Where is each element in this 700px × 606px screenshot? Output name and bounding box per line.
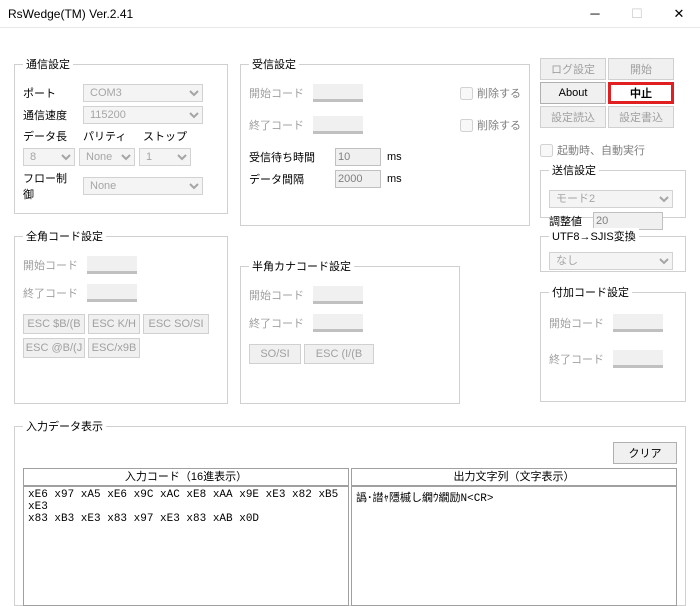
recv-end-delete-box: [460, 119, 473, 132]
recv-wait-unit: ms: [387, 151, 402, 163]
han-preset-2: ESC (I/(B: [304, 344, 374, 364]
input-data-display-group: 入力データ表示 クリア 入力コード（16進表示） xE6 x97 xA5 xE6…: [14, 418, 686, 606]
han-endcode-input: [313, 314, 363, 332]
autorun-checkbox: 起動時、自動実行: [540, 142, 645, 158]
recv-wait-input: [335, 148, 381, 166]
load-settings-button: 設定読込: [540, 106, 606, 128]
utf8-sjis-group: UTF8→SJIS変換 なし: [540, 228, 686, 272]
maximize-button: ☐: [616, 0, 658, 28]
send-adj-label: 調整値: [549, 213, 587, 229]
additional-code-group: 付加コード設定 開始コード 終了コード: [540, 284, 686, 402]
titlebar: RsWedge(TM) Ver.2.41 ─ ☐ ✕: [0, 0, 700, 28]
port-select: COM3: [83, 84, 203, 102]
recv-startcode-label: 開始コード: [249, 85, 307, 101]
han-startcode-label: 開始コード: [249, 287, 307, 303]
parity-label: パリティ: [83, 128, 131, 144]
recv-end-delete-checkbox: 削除する: [460, 117, 521, 133]
addcode-endcode-label: 終了コード: [549, 351, 607, 367]
recv-interval-label: データ間隔: [249, 171, 329, 187]
baud-label: 通信速度: [23, 107, 77, 123]
stop-select: 1: [139, 148, 191, 166]
recv-startcode-input: [313, 84, 363, 102]
addcode-endcode-input: [613, 350, 663, 368]
baud-select: 115200: [83, 106, 203, 124]
send-legend: 送信設定: [549, 162, 599, 178]
zenkaku-code-group: 全角コード設定 開始コード 終了コード ESC $B/(B ESC K/H ES…: [14, 228, 228, 404]
send-mode-select: モード2: [549, 190, 673, 208]
input-code-header: 入力コード（16進表示）: [23, 468, 349, 486]
han-legend: 半角カナコード設定: [249, 258, 354, 274]
recv-wait-label: 受信待ち時間: [249, 149, 329, 165]
stop-label: ストップ: [143, 128, 187, 144]
recv-start-delete-checkbox: 削除する: [460, 85, 521, 101]
recv-endcode-label: 終了コード: [249, 117, 307, 133]
stop-button[interactable]: 中止: [608, 82, 674, 104]
recv-endcode-input: [313, 116, 363, 134]
datalen-label: データ長: [23, 128, 71, 144]
input-code-column: 入力コード（16進表示） xE6 x97 xA5 xE6 x9C xAC xE8…: [23, 468, 349, 606]
output-string-pane: 譌･譛ｬ隱槭し繝ｳ繝励Ν<CR>: [351, 486, 677, 606]
recv-interval-input: [335, 170, 381, 188]
recv-interval-unit: ms: [387, 173, 402, 185]
minimize-button[interactable]: ─: [574, 0, 616, 28]
han-preset-1: SO/SI: [249, 344, 301, 364]
zen-preset-5: ESC/x9B: [88, 338, 140, 358]
zen-preset-3: ESC SO/SI: [143, 314, 209, 334]
zen-preset-4: ESC @B/(J: [23, 338, 85, 358]
parity-select: None: [79, 148, 135, 166]
autorun-box: [540, 144, 553, 157]
port-label: ポート: [23, 85, 77, 101]
start-button: 開始: [608, 58, 674, 80]
clear-button[interactable]: クリア: [613, 442, 677, 464]
send-settings-group: 送信設定 モード2 調整値: [540, 162, 686, 218]
zen-startcode-label: 開始コード: [23, 257, 81, 273]
flow-select: None: [83, 177, 203, 195]
input-code-pane: xE6 x97 xA5 xE6 x9C xAC xE8 xAA x9E xE3 …: [23, 486, 349, 606]
comm-legend: 通信設定: [23, 56, 73, 72]
zen-endcode-label: 終了コード: [23, 285, 81, 301]
output-string-header: 出力文字列（文字表示）: [351, 468, 677, 486]
utf-legend: UTF8→SJIS変換: [549, 228, 639, 244]
save-settings-button: 設定書込: [608, 106, 674, 128]
zen-legend: 全角コード設定: [23, 228, 106, 244]
addcode-startcode-label: 開始コード: [549, 315, 607, 331]
addcode-startcode-input: [613, 314, 663, 332]
flow-label: フロー制御: [23, 170, 77, 202]
zen-preset-1: ESC $B/(B: [23, 314, 85, 334]
window-title: RsWedge(TM) Ver.2.41: [8, 7, 574, 21]
utf-select: なし: [549, 252, 673, 270]
zen-preset-2: ESC K/H: [88, 314, 140, 334]
zen-startcode-input: [87, 256, 137, 274]
output-string-column: 出力文字列（文字表示） 譌･譛ｬ隱槭し繝ｳ繝励Ν<CR>: [351, 468, 677, 606]
recv-settings-group: 受信設定 開始コード 削除する 終了コード 削除する 受信待ち時間 ms デ: [240, 56, 530, 226]
display-legend: 入力データ表示: [23, 418, 106, 434]
about-button[interactable]: About: [540, 82, 606, 104]
comm-settings-group: 通信設定 ポート COM3 通信速度 115200 データ長 パリティ ストップ…: [14, 56, 228, 214]
han-endcode-label: 終了コード: [249, 315, 307, 331]
recv-legend: 受信設定: [249, 56, 299, 72]
hankaku-code-group: 半角カナコード設定 開始コード 終了コード SO/SI ESC (I/(B: [240, 258, 460, 404]
datalen-select: 8: [23, 148, 75, 166]
close-button[interactable]: ✕: [658, 0, 700, 28]
han-startcode-input: [313, 286, 363, 304]
log-settings-button: ログ設定: [540, 58, 606, 80]
addcode-legend: 付加コード設定: [549, 284, 632, 300]
zen-endcode-input: [87, 284, 137, 302]
right-button-column: ログ設定 開始 About 中止 設定読込 設定書込: [540, 58, 690, 128]
recv-start-delete-box: [460, 87, 473, 100]
